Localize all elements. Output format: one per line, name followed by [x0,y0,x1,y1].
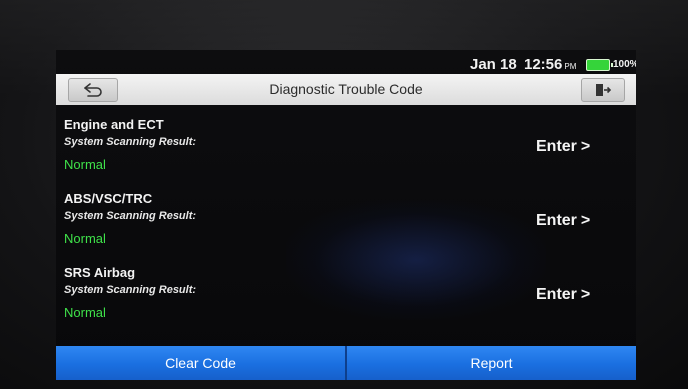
system-item-srs: SRS Airbag System Scanning Result: Norma… [64,265,624,337]
battery-icon [586,59,613,71]
title-bar: Diagnostic Trouble Code [56,74,636,105]
status-time-value: 12:56 [524,56,563,73]
exit-button[interactable] [581,78,625,102]
enter-label: Enter [536,212,577,229]
system-item-abs: ABS/VSC/TRC System Scanning Result: Norm… [64,191,624,263]
system-item-engine: Engine and ECT System Scanning Result: N… [64,117,624,189]
system-name: ABS/VSC/TRC [64,191,153,206]
enter-label: Enter [536,286,577,303]
scan-result-status: Normal [64,231,106,246]
scan-result-status: Normal [64,305,106,320]
scan-result-label: System Scanning Result: [64,284,197,296]
status-date: Jan 18 [470,56,517,73]
enter-label: Enter [536,138,577,155]
report-button[interactable]: Report [347,346,636,380]
status-ampm: PM [564,62,577,71]
status-bar: Jan 18 12:56PM 100% [56,50,636,74]
diagnostic-screen: Jan 18 12:56PM 100% Diagnostic Trouble C… [56,50,636,380]
system-name: SRS Airbag [64,265,136,280]
scan-result-label: System Scanning Result: [64,136,197,148]
exit-door-icon [596,84,612,96]
enter-button-engine[interactable]: Enter > [536,138,590,156]
status-time: 12:56 PM [524,56,576,73]
clear-code-button[interactable]: Clear Code [56,346,345,380]
battery-percent: 100% [613,59,636,70]
page-title: Diagnostic Trouble Code [269,81,423,97]
enter-button-abs[interactable]: Enter > [536,212,590,230]
chevron-right-icon: > [580,286,591,303]
scan-result-status: Normal [64,157,106,172]
chevron-right-icon: > [580,212,591,229]
chevron-right-icon: > [580,138,591,155]
enter-button-srs[interactable]: Enter > [536,286,590,304]
scan-result-label: System Scanning Result: [64,210,197,222]
system-name: Engine and ECT [64,117,164,132]
footer-action-bar: Clear Code Report [56,346,636,380]
